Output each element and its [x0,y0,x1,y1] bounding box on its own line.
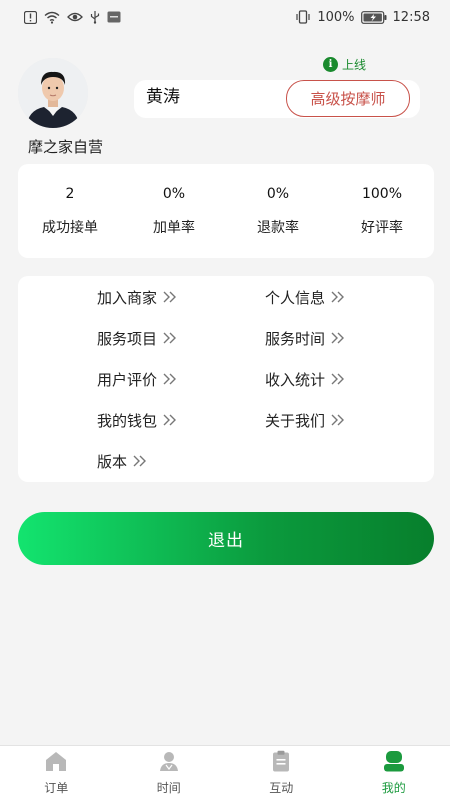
tab-label: 互动 [269,781,294,795]
double-chevron-right-icon [330,372,346,386]
stat-value: 0% [162,186,186,202]
status-bar: 100% 12:58 [0,0,450,34]
double-chevron-right-icon [162,331,178,345]
stat-value: 2 [65,186,75,202]
menu-about-us[interactable]: 关于我们 [265,409,346,431]
profile-icon [382,750,406,776]
clipboard-icon [269,750,293,776]
double-chevron-right-icon [330,331,346,345]
logout-button[interactable]: 退出 [18,512,434,565]
double-chevron-right-icon [330,413,346,427]
alert-icon [24,10,37,24]
battery-percent: 100% [317,9,355,25]
tab-label: 我的 [381,781,406,795]
tab-label: 时间 [156,781,181,795]
stat-orders[interactable]: 2 成功接单 [18,164,122,258]
wifi-icon [44,11,60,24]
menu-card: 加入商家 个人信息 服务项目 服务时间 用户评价 收入统计 我的钱包 关于我们 … [18,276,434,482]
menu-user-reviews[interactable]: 用户评价 [97,368,178,390]
tab-time[interactable]: 时间 [113,746,226,800]
store-name: 摩之家自营 [28,138,104,156]
menu-service-time[interactable]: 服务时间 [265,327,346,349]
menu-label: 用户评价 [97,370,158,389]
stat-good-rate[interactable]: 100% 好评率 [330,164,434,258]
stat-label: 好评率 [361,220,403,236]
stat-value: 0% [266,186,290,202]
stat-label: 加单率 [153,220,195,236]
menu-label: 收入统计 [265,370,326,389]
double-chevron-right-icon [162,290,178,304]
double-chevron-right-icon [162,413,178,427]
menu-version[interactable]: 版本 [97,450,148,472]
user-name: 黄涛 [146,87,180,107]
tab-bar: 订单 时间 互动 我的 [0,745,450,800]
stat-value: 100% [361,186,403,202]
online-label: 上线 [342,58,367,72]
menu-my-wallet[interactable]: 我的钱包 [97,409,178,431]
person-icon [157,750,181,776]
menu-label: 我的钱包 [97,411,158,430]
stat-label: 退款率 [257,220,299,236]
eye-icon [67,11,83,23]
menu-join-merchant[interactable]: 加入商家 [97,286,178,308]
menu-service-items[interactable]: 服务项目 [97,327,178,349]
app-notification-icon [107,11,121,23]
status-left [24,10,121,24]
home-icon [44,750,68,776]
menu-label: 加入商家 [97,288,158,307]
menu-label: 关于我们 [265,411,326,430]
tab-mine[interactable]: 我的 [338,746,450,800]
menu-label: 服务项目 [97,329,158,348]
info-icon: i [323,57,338,72]
level-badge: 高级按摩师 [286,80,410,117]
menu-label: 服务时间 [265,329,326,348]
online-status[interactable]: i 上线 [323,56,366,73]
battery-icon [360,10,387,24]
name-card: 黄涛 高级按摩师 [134,80,420,118]
menu-label: 个人信息 [265,288,326,307]
menu-income-stats[interactable]: 收入统计 [265,368,346,390]
stat-refund-rate[interactable]: 0% 退款率 [226,164,330,258]
stats-card: 2 成功接单 0% 加单率 0% 退款率 100% 好评率 [18,164,434,258]
tab-interact[interactable]: 互动 [225,746,338,800]
status-right: 100% 12:58 [295,10,430,25]
avatar[interactable] [18,58,88,128]
menu-label: 版本 [97,452,128,471]
double-chevron-right-icon [330,290,346,304]
clock: 12:58 [392,9,430,25]
tab-label: 订单 [44,781,69,795]
double-chevron-right-icon [132,454,148,468]
tab-orders[interactable]: 订单 [0,746,113,800]
stat-label: 成功接单 [42,220,98,236]
menu-personal-info[interactable]: 个人信息 [265,286,346,308]
stat-add-rate[interactable]: 0% 加单率 [122,164,226,258]
vibrate-icon [295,10,311,24]
double-chevron-right-icon [162,372,178,386]
usb-icon [90,10,100,24]
